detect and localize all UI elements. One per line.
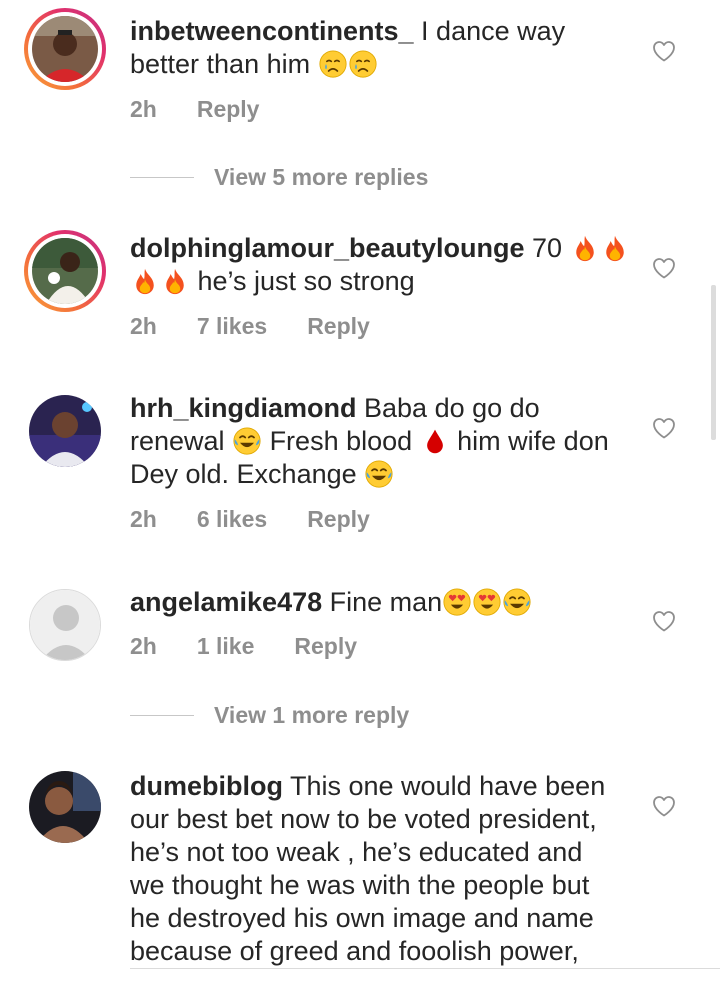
avatar[interactable] (24, 8, 106, 90)
heart-icon[interactable] (652, 610, 676, 632)
heart-icon[interactable] (652, 40, 676, 62)
view-more-label[interactable]: View 5 more replies (214, 164, 428, 191)
comment-username[interactable]: angelamike478 (130, 587, 322, 617)
comment-text-continued: Fresh blood (262, 426, 420, 456)
avatar-image (29, 395, 101, 467)
comment-text-continued: he’s just so strong (190, 266, 415, 296)
heart-icon[interactable] (652, 417, 676, 439)
fire-icon (131, 267, 159, 295)
comment-text: Fine man (322, 587, 443, 617)
heart-eyes-icon (473, 588, 501, 616)
likes-count[interactable]: 1 like (197, 633, 255, 660)
avatar-ring-gap (28, 234, 102, 308)
comment-time: 2h (130, 506, 157, 532)
comment-username[interactable]: dolphinglamour_beautylounge (130, 233, 525, 263)
comment-body: inbetweencontinents_ I dance way better … (130, 15, 630, 81)
avatar[interactable] (24, 766, 106, 848)
comment-body: dolphinglamour_beautylounge 70 he’s just… (130, 232, 630, 298)
reply-button[interactable]: Reply (197, 96, 260, 123)
comment-meta: 2h 6 likes Reply (130, 506, 370, 533)
heart-icon[interactable] (652, 257, 676, 279)
blood-drop-icon (421, 427, 449, 455)
fire-icon (571, 234, 599, 262)
comment-username[interactable]: hrh_kingdiamond (130, 393, 357, 423)
tears-of-joy-icon (503, 588, 531, 616)
comment-time: 2h (130, 313, 157, 339)
fire-icon (161, 267, 189, 295)
bottom-divider (130, 968, 720, 969)
divider-line (130, 715, 194, 716)
avatar-image (29, 589, 101, 661)
crying-face-icon (349, 50, 377, 78)
comment-username[interactable]: inbetweencontinents_ (130, 16, 414, 46)
fire-icon (601, 234, 629, 262)
divider-line (130, 177, 194, 178)
comment-body: hrh_kingdiamond Baba do go do renewal Fr… (130, 392, 630, 491)
comment-username[interactable]: dumebiblog (130, 771, 283, 801)
avatar[interactable] (24, 390, 106, 472)
reply-button[interactable]: Reply (307, 313, 370, 340)
heart-icon[interactable] (652, 795, 676, 817)
likes-count[interactable]: 7 likes (197, 313, 267, 340)
avatar-image (32, 238, 98, 304)
heart-eyes-icon (443, 588, 471, 616)
comment-text: 70 (524, 233, 563, 263)
avatar-image (32, 16, 98, 82)
comment-time: 2h (130, 96, 157, 122)
avatar[interactable] (24, 230, 106, 312)
view-more-replies[interactable]: View 1 more reply (130, 702, 409, 729)
avatar[interactable] (24, 584, 106, 666)
view-more-label[interactable]: View 1 more reply (214, 702, 409, 729)
reply-button[interactable]: Reply (294, 633, 357, 660)
comment-meta: 2h 7 likes Reply (130, 313, 370, 340)
comment-time: 2h (130, 633, 157, 659)
comment-body: angelamike478 Fine man (130, 586, 630, 619)
reply-button[interactable]: Reply (307, 506, 370, 533)
scrollbar[interactable] (711, 285, 716, 440)
tears-of-joy-icon (365, 460, 393, 488)
avatar-ring-gap (28, 12, 102, 86)
comment-meta: 2h Reply (130, 96, 259, 123)
view-more-replies[interactable]: View 5 more replies (130, 164, 428, 191)
likes-count[interactable]: 6 likes (197, 506, 267, 533)
avatar-image (29, 771, 101, 843)
crying-face-icon (319, 50, 347, 78)
comment-body: dumebiblog This one would have been our … (130, 770, 620, 968)
tears-of-joy-icon (233, 427, 261, 455)
comment-meta: 2h 1 like Reply (130, 633, 357, 660)
